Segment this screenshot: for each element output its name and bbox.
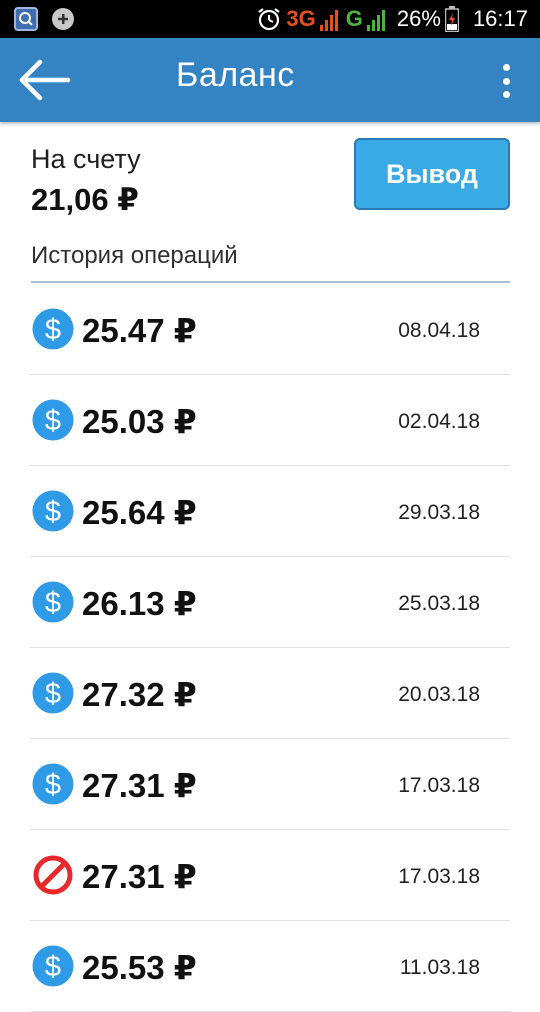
svg-text:$: $ [45,496,61,528]
dollar-icon: $ [32,763,74,805]
more-vertical-icon-dot [502,77,510,85]
balance-label: На счету [31,144,141,174]
svg-text:$: $ [45,587,61,619]
operation-row[interactable]: $26.13 ₽ 25.03.18 [30,557,510,648]
operation-row[interactable]: $25.53 ₽11.03.18 [30,921,510,1012]
operation-amount: 27.32 ₽ [82,676,197,713]
cancelled-icon [33,855,73,895]
withdraw-button[interactable]: Вывод [354,138,510,210]
operation-amount: 27.31 ₽ [82,767,197,804]
status-bar: 3G G 26% 16:17 [0,0,540,38]
clock: 16:17 [472,6,528,31]
operation-amount: 25.47 ₽ [82,312,197,349]
svg-text:$: $ [45,678,61,710]
network-type-2-label: G [345,6,363,31]
arrow-left-icon [19,59,71,101]
page-title: Баланс [176,56,295,94]
operation-row[interactable]: $27.32 ₽ 20.03.18 [30,648,510,739]
operation-row[interactable]: $25.03 ₽ 02.04.18 [30,375,510,466]
dollar-icon: $ [32,308,74,350]
back-button[interactable] [18,58,72,102]
dollar-icon: $ [32,672,74,714]
operation-row[interactable]: 27.31 ₽ 17.03.18 [30,830,510,921]
dollar-icon: $ [32,945,74,987]
history-divider [31,281,510,283]
svg-text:$: $ [45,769,61,801]
operation-row[interactable]: $25.64 ₽ 29.03.18 [30,466,510,557]
more-vertical-icon [502,64,510,71]
signal-icon-2 [366,10,385,31]
history-title: История операций [31,242,238,269]
operation-date: 25.03.18 [398,592,480,615]
operation-amount: 25.64 ₽ [82,494,197,531]
svg-text:$: $ [45,405,61,437]
alarm-icon [258,8,281,31]
operation-amount: 25.53 ₽ [82,949,197,986]
more-vertical-icon-dot [502,91,510,98]
operation-date: 02.04.18 [398,410,480,433]
operation-amount: 27.31 ₽ [82,858,197,895]
operation-amount: 26.13 ₽ [82,585,197,622]
svg-text:$: $ [45,951,61,983]
operations-list[interactable]: $25.47 ₽ 08.04.18 $25.03 ₽ 02.04.18 $25.64 ₽… [30,284,510,1012]
signal-icon [319,10,338,31]
dollar-icon: $ [32,399,74,441]
plus-notification-icon [52,8,74,30]
app-bar: Баланс [0,38,540,122]
operation-row[interactable]: $25.47 ₽ 08.04.18 [30,284,510,375]
more-menu-button[interactable] [494,64,518,98]
battery-percent: 26% [396,6,441,31]
operation-amount: 25.03 ₽ [82,403,197,440]
operation-date: 17.03.18 [398,865,480,888]
network-type-label: 3G [286,6,316,31]
operation-date: 29.03.18 [398,501,480,524]
svg-text:$: $ [45,314,61,346]
battery-icon [444,6,459,32]
operation-date: 08.04.18 [398,319,480,342]
dollar-icon: $ [32,490,74,532]
operation-date: 20.03.18 [398,683,480,706]
app-notification-icon [14,7,38,31]
operation-date: 17.03.18 [398,774,480,797]
balance-value: 21,06 ₽ [31,182,139,217]
dollar-icon: $ [32,581,74,623]
operation-row[interactable]: $27.31 ₽ 17.03.18 [30,739,510,830]
